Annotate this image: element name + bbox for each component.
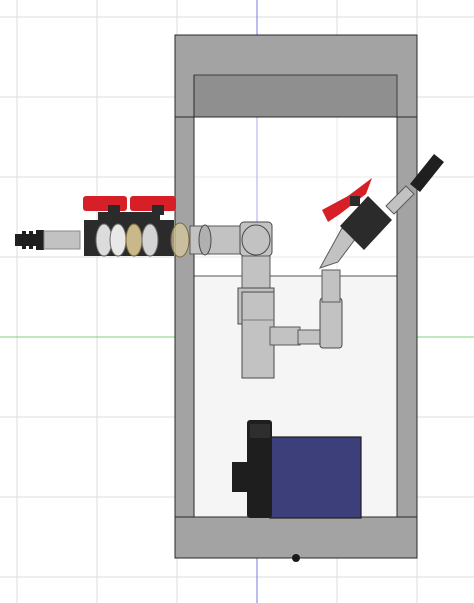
union-ring-amber [170, 222, 190, 258]
tank-inner-top [193, 74, 398, 118]
cad-viewport[interactable] [0, 0, 474, 603]
inlet-drop-pipe [241, 255, 271, 293]
barb-ring [36, 230, 44, 250]
union-ring [109, 223, 127, 257]
pump-intake [232, 462, 250, 492]
inlet-tee [241, 291, 275, 379]
union-ring [141, 223, 159, 257]
inlet-elbow [239, 221, 273, 257]
pump-outlet [250, 424, 270, 438]
valve-stem [98, 212, 160, 222]
through-wall-pipe [189, 225, 243, 255]
return-riser [321, 269, 341, 303]
pipe-coupling [198, 224, 212, 256]
origin-point-icon [292, 554, 300, 562]
inlet-pipe [43, 230, 81, 250]
barb-ring [22, 231, 26, 249]
return-elbow [319, 297, 343, 349]
handle-nut [152, 205, 164, 215]
pump-motor [269, 436, 362, 519]
tank-left-wall [174, 116, 195, 559]
handle-nut [108, 205, 120, 215]
crossover-socket [269, 326, 301, 346]
barb-ring [29, 231, 33, 249]
union-ring-amber [125, 223, 143, 257]
tank-bottom [174, 516, 418, 559]
model-canvas[interactable] [0, 0, 474, 603]
inlet-valve-handle[interactable] [83, 196, 127, 211]
return-handle-nut [350, 196, 360, 206]
